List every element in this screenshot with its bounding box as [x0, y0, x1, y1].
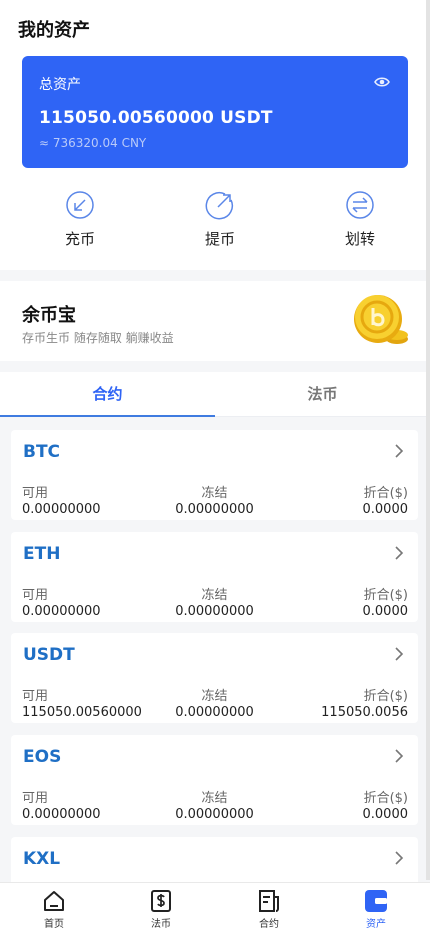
nav-fiat-label: 法币	[151, 919, 171, 930]
chevron-right-icon	[395, 647, 404, 661]
asset-list: BTC 可用 冻结 折合($) 0.00000000 0.00000000 0.…	[0, 418, 430, 883]
page-title: 我的资产	[18, 20, 90, 41]
converted-value: 115050.0056	[321, 705, 408, 720]
asset-name: ETH	[23, 544, 61, 564]
chevron-right-icon	[395, 546, 404, 560]
frozen-label: 冻结	[201, 689, 228, 704]
frozen-value: 0.00000000	[175, 604, 254, 619]
yubibao-title: 余币宝	[22, 305, 76, 326]
transfer-label: 划转	[344, 230, 375, 248]
fiat-icon	[151, 890, 171, 912]
nav-home-label: 首页	[44, 919, 64, 930]
gold-coin-icon	[354, 295, 408, 344]
asset-card-eos[interactable]: EOS 可用 冻结 折合($) 0.00000000 0.00000000 0.…	[11, 735, 418, 825]
action-row: 充币 提币 划转	[0, 190, 430, 260]
total-assets-cny: ≈ 736320.04 CNY	[39, 136, 147, 150]
nav-fiat[interactable]: 法币	[131, 889, 191, 930]
home-icon	[44, 891, 64, 911]
asset-card-btc[interactable]: BTC 可用 冻结 折合($) 0.00000000 0.00000000 0.…	[11, 430, 418, 520]
total-assets-amount: 115050.00560000 USDT	[39, 108, 273, 128]
transfer-icon	[346, 191, 374, 219]
chevron-right-icon	[395, 749, 404, 763]
converted-label: 折合($)	[363, 486, 408, 501]
total-assets-label: 总资产	[39, 77, 81, 93]
yubibao-subtitle: 存币生币 随存随取 躺赚收益	[22, 331, 174, 345]
scrollbar[interactable]	[426, 0, 430, 880]
chevron-right-icon	[395, 444, 404, 458]
account-tabs: 合约 法币	[0, 372, 430, 417]
asset-name: EOS	[23, 747, 62, 767]
contract-icon	[259, 890, 279, 912]
asset-card-eth[interactable]: ETH 可用 冻结 折合($) 0.00000000 0.00000000 0.…	[11, 532, 418, 622]
yubibao-banner[interactable]: 余币宝 存币生币 随存随取 躺赚收益	[0, 281, 430, 361]
converted-value: 0.0000	[362, 807, 409, 822]
frozen-value: 0.00000000	[175, 807, 254, 822]
frozen-value: 0.00000000	[175, 502, 254, 517]
withdraw-label: 提币	[204, 230, 235, 248]
tab-contract[interactable]: 合约	[0, 372, 215, 417]
asset-card-usdt[interactable]: USDT 可用 冻结 折合($) 115050.00560000 0.00000…	[11, 633, 418, 723]
asset-card-kxl[interactable]: KXL	[11, 837, 418, 883]
transfer-button[interactable]: 划转	[320, 190, 400, 249]
frozen-label: 冻结	[201, 588, 228, 603]
deposit-icon	[66, 191, 94, 219]
tab-fiat[interactable]: 法币	[215, 372, 430, 417]
deposit-button[interactable]: 充币	[40, 190, 120, 249]
withdraw-button[interactable]: 提币	[180, 190, 260, 249]
asset-name: KXL	[23, 849, 61, 869]
asset-name: USDT	[23, 645, 75, 665]
total-assets-card: 总资产 115050.00560000 USDT ≈ 736320.04 CNY	[22, 56, 408, 168]
converted-label: 折合($)	[363, 791, 408, 806]
converted-label: 折合($)	[363, 588, 408, 603]
nav-contract-label: 合约	[259, 919, 279, 930]
withdraw-icon	[205, 191, 234, 220]
converted-value: 0.0000	[362, 502, 409, 517]
frozen-label: 冻结	[201, 486, 228, 501]
converted-label: 折合($)	[363, 689, 408, 704]
frozen-label: 冻结	[201, 791, 228, 806]
nav-home[interactable]: 首页	[24, 889, 84, 930]
deposit-label: 充币	[64, 230, 95, 248]
nav-assets[interactable]: 资产	[346, 889, 406, 930]
wallet-icon	[365, 890, 387, 912]
header-section: 我的资产 总资产 115050.00560000 USDT ≈ 736320.0…	[0, 0, 430, 270]
chevron-right-icon	[395, 851, 404, 865]
bottom-nav: 首页 法币 合约 资产	[0, 882, 430, 932]
asset-name: BTC	[23, 442, 61, 462]
converted-value: 0.0000	[362, 604, 409, 619]
eye-icon[interactable]	[374, 76, 390, 88]
assets-page: 我的资产 总资产 115050.00560000 USDT ≈ 736320.0…	[0, 0, 430, 932]
nav-assets-label: 资产	[366, 919, 386, 930]
nav-contract[interactable]: 合约	[239, 889, 299, 930]
